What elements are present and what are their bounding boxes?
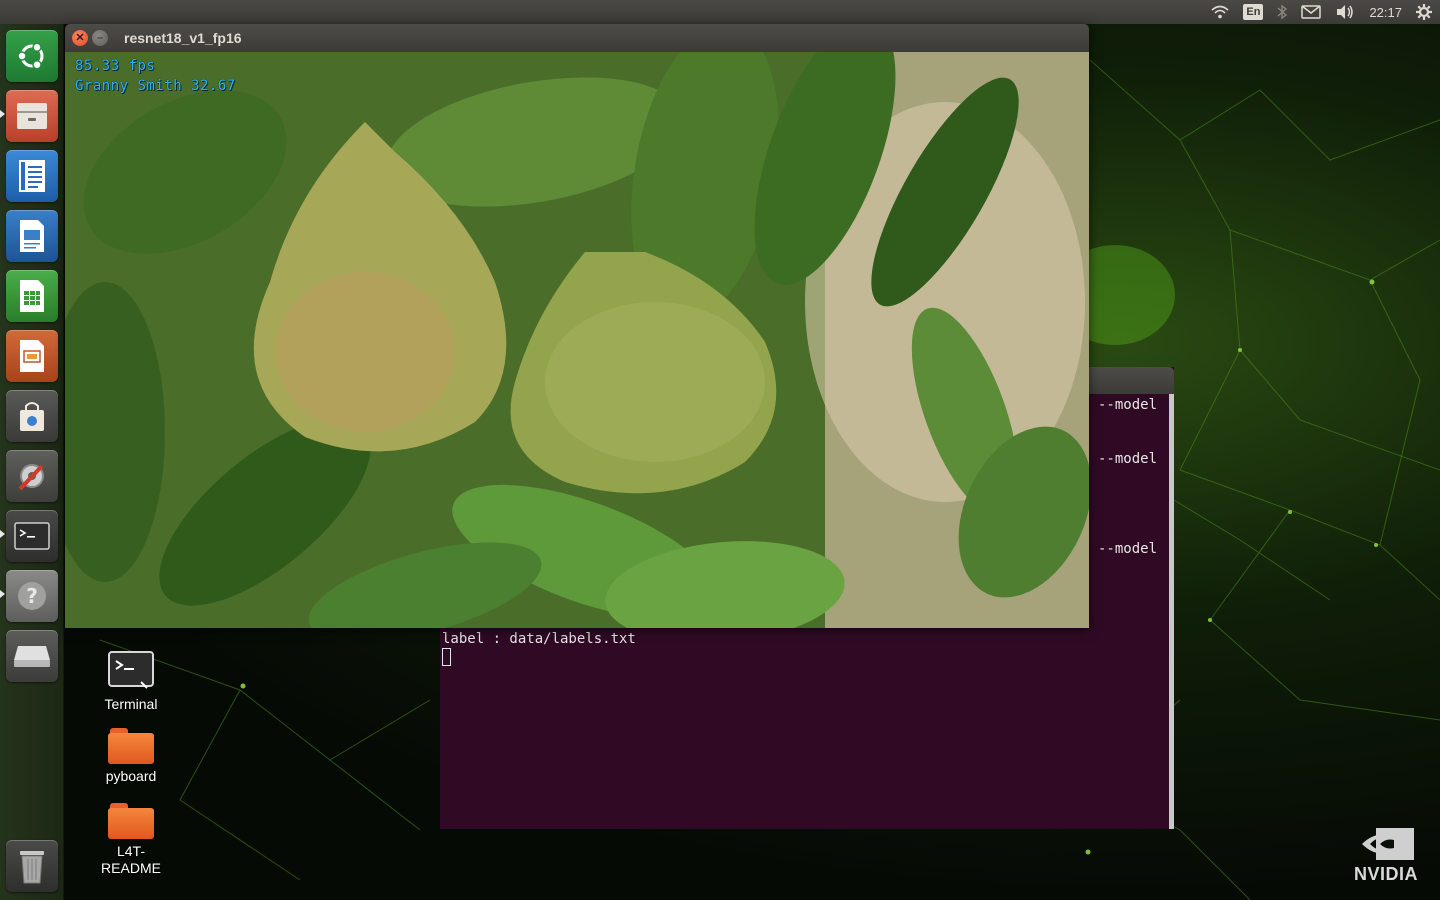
terminal-cursor	[442, 648, 451, 666]
desktop-icon-pyboard[interactable]: pyboard	[81, 728, 181, 785]
ubuntu-logo-icon[interactable]	[6, 30, 58, 82]
shopping-bag-icon[interactable]	[6, 390, 58, 442]
nvidia-logo: NVIDIA	[1346, 828, 1426, 890]
keyboard-layout-indicator[interactable]: En	[1243, 0, 1264, 24]
launcher: ?	[0, 24, 64, 900]
video-titlebar[interactable]: ✕ – resnet18_v1_fp16	[65, 24, 1089, 52]
close-icon[interactable]: ✕	[72, 30, 88, 46]
trash-icon[interactable]	[6, 840, 58, 892]
disk-drive-icon[interactable]	[6, 630, 58, 682]
top-panel: En 22:17	[0, 0, 1440, 24]
classification-overlay: Granny Smith 32.67	[75, 78, 236, 94]
minimize-icon[interactable]: –	[92, 30, 108, 46]
desktop-icon-label: pyboard	[105, 768, 157, 784]
clock[interactable]: 22:17	[1369, 0, 1402, 24]
terminal-icon[interactable]	[6, 510, 58, 562]
terminal-line: --model	[1098, 397, 1158, 413]
video-window[interactable]: ✕ – resnet18_v1_fp16 85.33 fps Granny Sm…	[65, 24, 1089, 628]
running-indicator	[0, 530, 5, 538]
wifi-icon[interactable]	[1211, 0, 1229, 24]
writer-document-icon[interactable]	[6, 210, 58, 262]
text-document-icon[interactable]	[6, 150, 58, 202]
window-title: resnet18_v1_fp16	[124, 30, 242, 46]
file-cabinet-icon[interactable]	[6, 90, 58, 142]
terminal-scrollbar[interactable]	[1169, 394, 1174, 829]
terminal-shortcut-icon	[108, 651, 154, 689]
terminal-line: --model	[1098, 541, 1158, 557]
nvidia-wordmark: NVIDIA	[1353, 864, 1418, 884]
running-indicator	[0, 110, 5, 118]
running-indicator	[0, 590, 5, 598]
keyboard-layout-label: En	[1243, 4, 1264, 20]
gear-wrench-icon[interactable]	[6, 450, 58, 502]
mail-icon[interactable]	[1301, 0, 1322, 24]
svg-text:?: ?	[26, 584, 38, 608]
desktop-icon-l4t-readme[interactable]: L4T- README	[81, 803, 181, 877]
settings-gear-icon[interactable]	[1416, 0, 1432, 24]
spreadsheet-icon[interactable]	[6, 270, 58, 322]
bluetooth-icon[interactable]	[1277, 0, 1288, 24]
desktop-icon-terminal[interactable]: Terminal	[81, 650, 181, 713]
desktop-icon-label: Terminal	[104, 696, 158, 712]
desktop-icon-label: L4T- README	[101, 843, 161, 876]
nvidia-eye-icon	[1362, 828, 1414, 860]
folder-icon	[108, 803, 154, 839]
folder-icon	[108, 728, 154, 764]
presentation-icon[interactable]	[6, 330, 58, 382]
question-mark-icon[interactable]: ?	[6, 570, 58, 622]
camera-frame: 85.33 fps Granny Smith 32.67	[65, 52, 1089, 628]
fps-overlay: 85.33 fps	[75, 58, 156, 74]
volume-icon[interactable]	[1335, 0, 1355, 24]
camera-image	[65, 52, 1089, 628]
terminal-line: label : data/labels.txt	[442, 631, 636, 647]
terminal-line: --model	[1098, 451, 1158, 467]
